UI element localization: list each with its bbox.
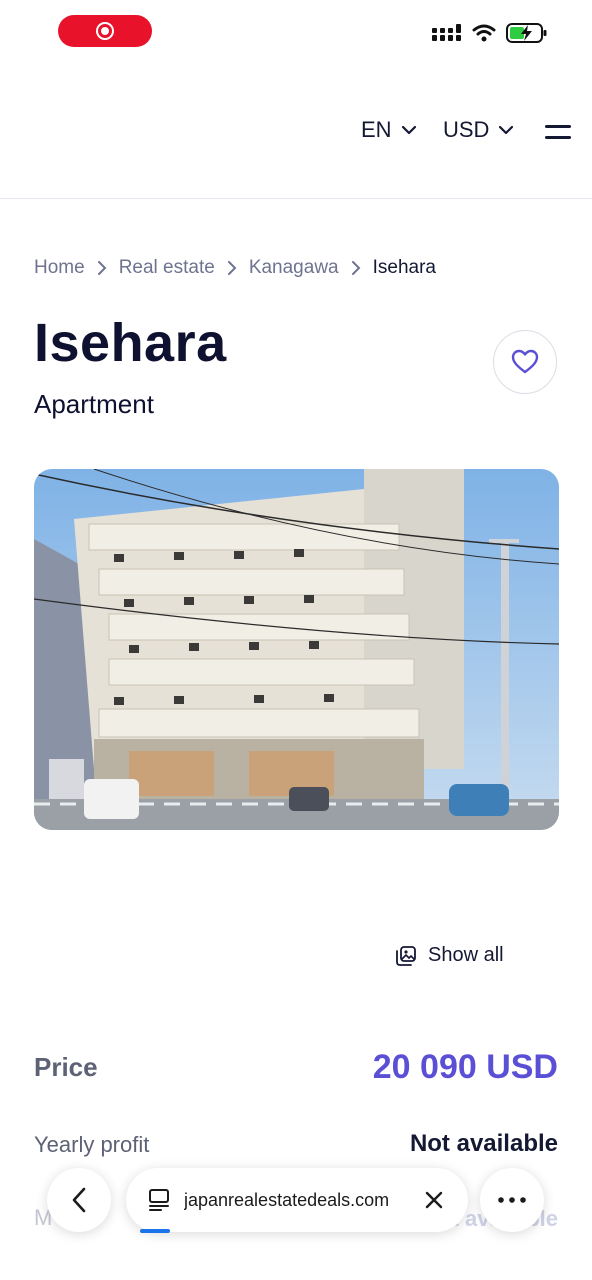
yearly-profit-value: Not available (409, 1130, 558, 1157)
currency-selector[interactable]: USD (443, 117, 514, 143)
language-selector[interactable]: EN (361, 117, 416, 143)
back-arrow-icon (72, 1187, 86, 1213)
language-label: EN (361, 117, 392, 142)
battery-charging-icon (506, 23, 547, 43)
menu-icon[interactable] (545, 123, 571, 141)
tabs-icon[interactable] (146, 1187, 172, 1213)
property-type: Apartment (34, 389, 154, 419)
browser-more-button[interactable] (480, 1168, 544, 1232)
chevron-right-icon (227, 261, 237, 275)
status-icons (432, 22, 548, 44)
close-icon[interactable] (420, 1186, 448, 1214)
chevron-down-icon (499, 125, 514, 135)
page-title: Isehara (34, 313, 227, 373)
show-all-photos-button[interactable]: Show all (396, 944, 504, 967)
browser-back-button[interactable] (47, 1168, 111, 1232)
heart-icon (511, 349, 539, 374)
breadcrumb: Home Real estate Kanagawa Isehara (34, 257, 436, 279)
property-photo[interactable] (34, 469, 559, 830)
price-label: Price (34, 1052, 98, 1082)
yearly-profit-label: Yearly profit (34, 1132, 150, 1157)
breadcrumb-current: Isehara (372, 257, 436, 278)
page-load-progress (140, 1229, 170, 1233)
breadcrumb-home[interactable]: Home (34, 257, 85, 279)
url-text: japanrealestatedeals.com (184, 1189, 390, 1210)
more-icon (498, 1197, 526, 1203)
currency-label: USD (443, 117, 490, 142)
site-header: EN USD (0, 100, 592, 164)
wifi-icon (472, 24, 496, 42)
address-bar[interactable]: japanrealestatedeals.com (126, 1168, 468, 1232)
chevron-right-icon (97, 261, 107, 275)
favorite-button[interactable] (493, 330, 557, 394)
chevron-down-icon (401, 125, 416, 135)
header-divider (0, 198, 592, 199)
price-value: 20 090 USD (372, 1048, 558, 1086)
screen-record-indicator[interactable] (58, 15, 152, 47)
show-all-label: Show all (428, 944, 504, 966)
record-icon (96, 22, 114, 40)
breadcrumb-kanagawa[interactable]: Kanagawa (249, 257, 339, 279)
signal-icon (432, 24, 461, 41)
gallery-icon (396, 945, 416, 966)
breadcrumb-real-estate[interactable]: Real estate (119, 257, 215, 279)
chevron-right-icon (351, 261, 361, 275)
